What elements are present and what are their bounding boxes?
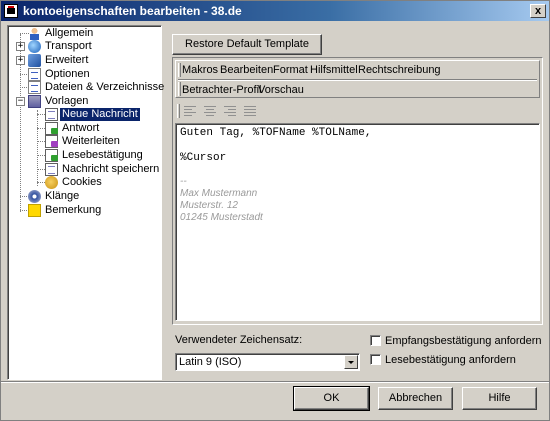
editor-line-cursor: %Cursor: [180, 152, 227, 164]
menu-rechtschreibung[interactable]: Rechtschreibung: [358, 64, 441, 77]
receipt-document-icon: [45, 149, 58, 162]
signature-city: 01245 Musterstadt: [180, 212, 263, 223]
tree-item-bemerkung[interactable]: Bemerkung: [8, 204, 158, 217]
tree-item-nachricht-speichern[interactable]: Nachricht speichern: [8, 163, 160, 176]
category-tree[interactable]: Allgemein + Transport + Erweitert Option…: [7, 25, 164, 380]
tree-item-erweitert[interactable]: + Erweitert: [8, 54, 158, 67]
tree-item-label: Dateien & Verzeichnisse: [45, 81, 165, 93]
gear-icon: [28, 54, 41, 67]
window-title: kontoeigenschaften bearbeiten - 38.de: [23, 4, 242, 18]
menu-bearbeiten[interactable]: Bearbeiten: [220, 64, 273, 77]
tree-item-optionen[interactable]: Optionen: [8, 68, 158, 81]
tree-item-vorlagen[interactable]: − Vorlagen: [8, 95, 158, 108]
tree-item-transport[interactable]: + Transport: [8, 40, 158, 53]
tree-item-neue-nachricht[interactable]: Neue Nachricht: [8, 108, 158, 121]
folder-tree-icon: [28, 81, 41, 94]
signature-street: Musterstr. 12: [180, 200, 238, 211]
toolbar-grip[interactable]: [177, 104, 180, 118]
tree-item-label: Optionen: [45, 68, 90, 80]
tree-item-label: Lesebestätigung: [62, 149, 143, 161]
help-button[interactable]: Hilfe: [462, 387, 537, 410]
align-right-icon[interactable]: [221, 102, 241, 120]
charset-label-text: Verwendeter Zeichensatz:: [175, 334, 303, 346]
menu-betrachter-profil[interactable]: Betrachter-Profil: [182, 84, 261, 97]
tree-expander[interactable]: +: [16, 56, 25, 65]
document-icon: [45, 108, 58, 121]
tree-expander[interactable]: −: [16, 97, 25, 106]
sound-icon: [28, 190, 41, 203]
tree-item-label: Allgemein: [45, 27, 94, 39]
format-toolbar: [175, 100, 540, 122]
person-icon: [28, 27, 41, 40]
tree-item-label: Neue Nachricht: [60, 108, 140, 121]
receipt-checkbox[interactable]: [370, 335, 381, 346]
ok-button[interactable]: OK: [293, 386, 370, 411]
dialog-window: kontoeigenschaften bearbeiten - 38.de x …: [0, 0, 550, 421]
footer-separator: [1, 381, 549, 383]
tree-item-label: Erweitert: [45, 54, 89, 66]
tree-item-antwort[interactable]: Antwort: [8, 122, 158, 135]
tree-item-cookies[interactable]: Cookies: [8, 176, 158, 189]
menu-makros[interactable]: Makros: [182, 64, 218, 77]
forward-document-icon: [45, 135, 58, 148]
tree-item-label: Weiterleiten: [62, 135, 120, 147]
editor-line-greeting: Guten Tag, %TOFName %TOLName,: [180, 127, 372, 139]
tree-item-label: Antwort: [62, 122, 100, 134]
note-icon: [28, 68, 41, 81]
save-document-icon: [45, 163, 58, 176]
tree-item-label: Nachricht speichern: [62, 163, 160, 175]
charset-value: Latin 9 (ISO): [179, 356, 242, 368]
tree-item-label: Cookies: [62, 176, 102, 188]
tree-item-allgemein[interactable]: Allgemein: [8, 27, 158, 40]
charset-select[interactable]: Latin 9 (ISO): [175, 353, 360, 371]
chevron-down-icon[interactable]: [344, 355, 358, 369]
tree-item-lesebestaetigung[interactable]: Lesebestätigung: [8, 149, 158, 162]
align-center-icon[interactable]: [201, 102, 221, 120]
close-button[interactable]: x: [530, 4, 546, 18]
globe-icon: [28, 40, 41, 53]
tree-item-label: Klänge: [45, 190, 80, 202]
menubar-grip[interactable]: [178, 63, 181, 77]
tree-item-label: Bemerkung: [45, 204, 102, 216]
title-bar[interactable]: kontoeigenschaften bearbeiten - 38.de x: [1, 1, 549, 21]
sticky-note-icon: [28, 204, 41, 217]
read-receipt-checkbox[interactable]: [370, 354, 381, 365]
signature-separator: --: [180, 176, 187, 187]
cookie-icon: [45, 176, 58, 189]
restore-default-template-button[interactable]: Restore Default Template: [172, 34, 322, 55]
menubar-grip[interactable]: [178, 82, 181, 96]
reply-document-icon: [45, 122, 58, 135]
tree-item-dateien[interactable]: Dateien & Verzeichnisse: [8, 81, 164, 94]
menu-format[interactable]: Format: [273, 64, 308, 77]
tree-item-weiterleiten[interactable]: Weiterleiten: [8, 135, 158, 148]
receipt-checkbox-label[interactable]: Empfangsbestätigung anfordern: [385, 335, 542, 347]
tree-item-klaenge[interactable]: Klänge: [8, 190, 158, 203]
signature-name: Max Mustermann: [180, 188, 258, 199]
template-editor[interactable]: Guten Tag, %TOFName %TOLName, %Cursor --…: [175, 123, 540, 321]
templates-icon: [28, 95, 41, 108]
read-receipt-checkbox-label[interactable]: Lesebestätigung anfordern: [385, 354, 516, 366]
tree-item-label: Transport: [45, 40, 92, 52]
menu-vorschau[interactable]: Vorschau: [258, 84, 304, 97]
justify-icon[interactable]: [241, 102, 261, 120]
menu-hilfsmittel[interactable]: Hilfsmittel: [310, 64, 358, 77]
cancel-button[interactable]: Abbrechen: [378, 387, 453, 410]
align-left-icon[interactable]: [181, 102, 201, 120]
tree-expander[interactable]: +: [16, 42, 25, 51]
editor-menubar: Makros Bearbeiten Format Hilfsmittel Rec…: [175, 60, 540, 98]
menubar-separator: [178, 79, 537, 81]
tree-item-label: Vorlagen: [45, 95, 89, 107]
charset-label: Verwendeter Zeichensatz:: [175, 334, 302, 346]
app-icon: [4, 4, 18, 18]
